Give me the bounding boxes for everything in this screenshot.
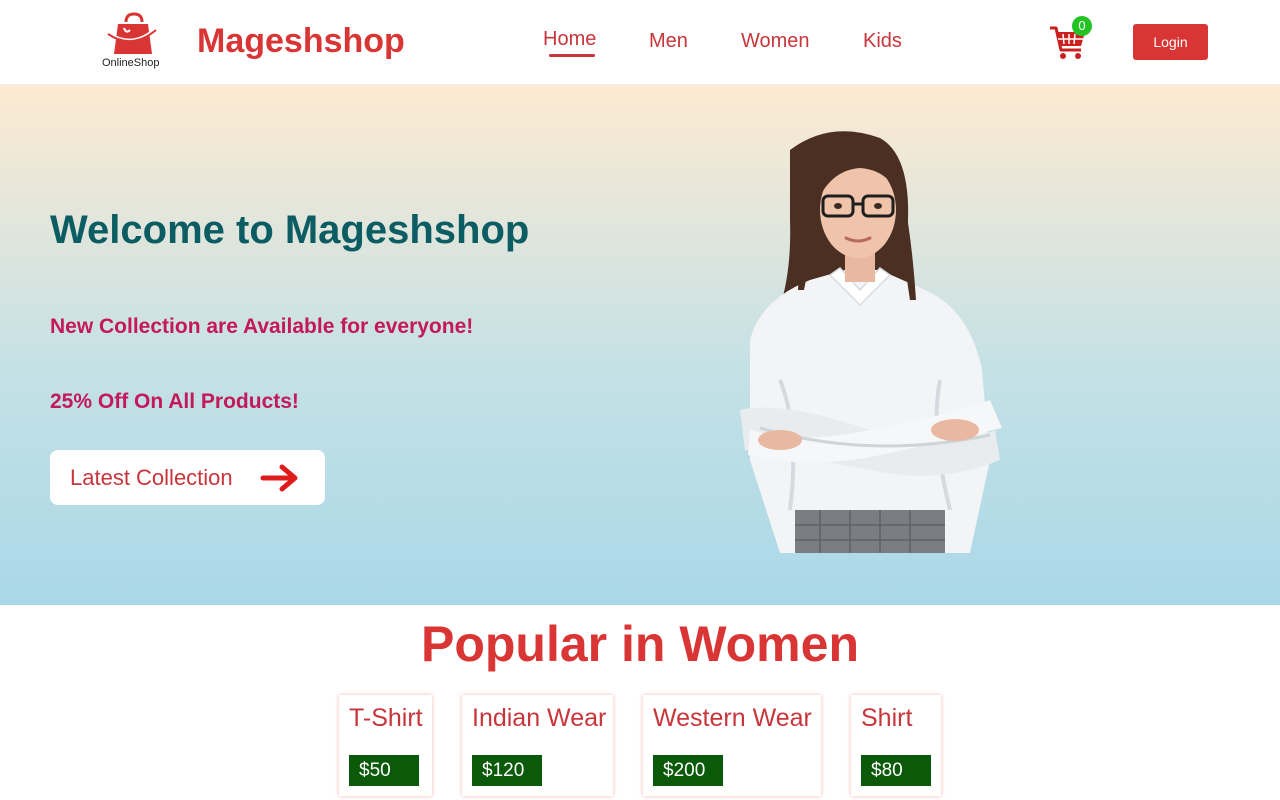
shopping-bag-icon — [107, 12, 157, 54]
logo-text: OnlineShop — [102, 57, 160, 69]
site-header: OnlineShop Mageshshop Home Men Women Kid… — [0, 0, 1280, 85]
hero-title: Welcome to Mageshshop — [50, 208, 530, 252]
nav-home[interactable]: Home — [543, 28, 597, 57]
hero-subtitle-discount: 25% Off On All Products! — [50, 390, 299, 413]
logo[interactable]: OnlineShop — [100, 12, 164, 72]
latest-collection-button[interactable]: Latest Collection — [50, 450, 325, 505]
product-card-indian-wear[interactable]: Indian Wear $120 — [462, 695, 613, 796]
nav-men-label: Men — [649, 30, 688, 52]
hero-banner: Welcome to Mageshshop New Collection are… — [0, 85, 1280, 605]
product-name: T-Shirt — [349, 704, 423, 732]
nav-men[interactable]: Men — [649, 30, 688, 53]
brand-name[interactable]: Mageshshop — [197, 22, 405, 61]
product-name: Shirt — [861, 704, 913, 732]
cart-count-badge: 0 — [1072, 16, 1092, 36]
product-price: $50 — [349, 755, 419, 786]
nav-women[interactable]: Women — [741, 30, 810, 53]
product-card-shirt[interactable]: Shirt $80 — [851, 695, 941, 796]
product-price: $200 — [653, 755, 723, 786]
nav-kids[interactable]: Kids — [863, 30, 902, 53]
arrow-right-icon — [260, 464, 298, 492]
product-card-western-wear[interactable]: Western Wear $200 — [643, 695, 821, 796]
product-name: Western Wear — [653, 704, 812, 732]
cart-button[interactable]: 0 — [1048, 16, 1098, 60]
login-button[interactable]: Login — [1133, 24, 1208, 60]
product-name: Indian Wear — [472, 704, 607, 732]
hero-model-image — [740, 131, 1002, 553]
active-underline — [549, 54, 595, 57]
hero-subtitle-collection: New Collection are Available for everyon… — [50, 315, 474, 338]
product-card-t-shirt[interactable]: T-Shirt $50 — [339, 695, 432, 796]
latest-collection-label: Latest Collection — [70, 465, 233, 490]
popular-section-title: Popular in Women — [421, 616, 859, 672]
product-list: T-Shirt $50 Indian Wear $120 Western Wea… — [0, 695, 1280, 800]
product-price: $120 — [472, 755, 542, 786]
nav-women-label: Women — [741, 30, 810, 52]
product-price: $80 — [861, 755, 931, 786]
nav-home-label: Home — [543, 28, 597, 50]
nav-kids-label: Kids — [863, 30, 902, 52]
